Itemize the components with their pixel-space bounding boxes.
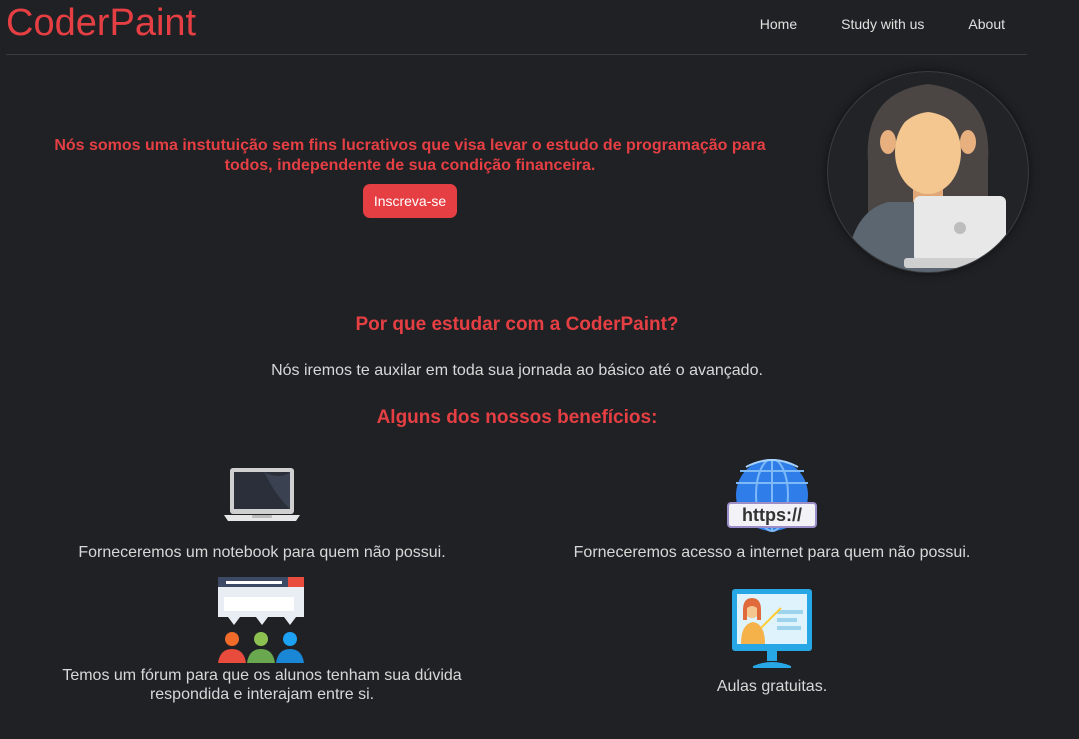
why-title: Por que estudar com a CoderPaint? <box>355 314 679 335</box>
benefit-forum-text: Temos um fórum para que os alunos tenham… <box>62 667 462 703</box>
online-class-icon <box>731 588 813 670</box>
globe-https-icon: https:// <box>726 458 818 533</box>
nav-about[interactable]: About <box>968 16 1005 32</box>
benefits-title: Alguns dos nossos benefícios: <box>376 407 658 428</box>
woman-with-laptop-icon <box>846 84 1014 272</box>
hero-text: Nós somos uma instutuição sem fins lucra… <box>54 137 766 174</box>
benefit-notebook-text: Forneceremos um notebook para quem não p… <box>78 544 446 561</box>
laptop-icon <box>224 466 300 524</box>
benefit-free-classes-text: Aulas gratuitas. <box>716 678 828 695</box>
why-text: Nós iremos te auxilar em toda sua jornad… <box>271 362 763 379</box>
header: CoderPaint Home Study with us About <box>6 0 1027 55</box>
nav-home[interactable]: Home <box>760 16 797 32</box>
signup-button[interactable]: Inscreva-se <box>363 184 457 218</box>
logo[interactable]: CoderPaint <box>6 2 196 45</box>
https-label: https:// <box>742 505 802 525</box>
avatar-illustration <box>827 71 1029 273</box>
main-nav: Home Study with us About <box>738 16 1027 32</box>
forum-icon <box>216 575 306 663</box>
nav-study-with-us[interactable]: Study with us <box>841 16 924 32</box>
benefit-internet-text: Forneceremos acesso a internet para quem… <box>573 544 971 561</box>
